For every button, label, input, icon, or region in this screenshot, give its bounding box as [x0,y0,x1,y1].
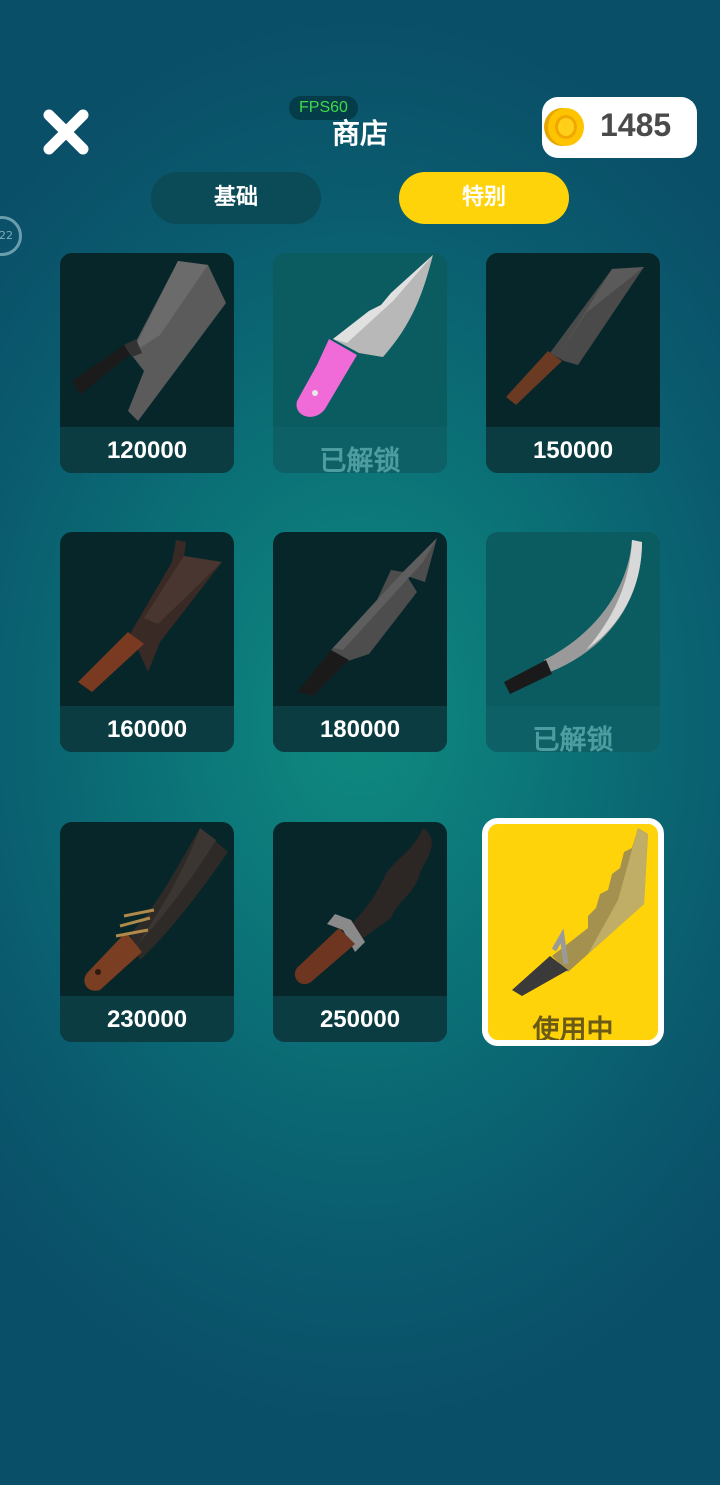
shop-item-card[interactable]: 160000 [60,532,234,752]
item-price: 150000 [532,437,614,464]
coin-balance[interactable]: 1485 [542,97,697,158]
barbed-blade-icon [297,538,437,696]
shop-item-card[interactable]: 150000 [486,253,660,473]
curved-saber-icon [504,540,642,694]
rusty-machete-icon [84,828,228,991]
item-in-use-label: 使用中 [532,1015,614,1045]
shop-item-card[interactable]: 230000 [60,822,234,1042]
tab-basic[interactable]: 基础 [151,172,321,224]
wavy-kris-icon [294,828,432,985]
shop-item-card[interactable]: 250000 [273,822,447,1042]
shop-item-card[interactable]: 已解锁 [486,532,660,752]
shop-item-card[interactable]: 120000 [60,253,234,473]
pink-handle-knife-icon [296,255,433,417]
chef-knife-icon [506,267,644,405]
page-title: 商店 [331,117,388,150]
hooked-cleaver-icon [78,540,222,692]
coin-amount: 1485 [600,107,672,143]
item-unlocked-label: 已解锁 [319,446,401,473]
item-price: 250000 [319,1006,401,1033]
close-icon [43,109,89,155]
shop-item-card[interactable]: 已解锁 [273,253,447,473]
shop-item-card-selected[interactable]: 使用中 [482,818,664,1046]
side-progress-badge[interactable]: 22 [0,216,22,256]
shop-item-card[interactable]: 180000 [273,532,447,752]
item-price: 230000 [106,1006,188,1033]
cleaver-knife-icon [72,261,226,421]
item-price: 180000 [319,716,401,743]
serrated-golden-blade-icon [512,828,648,996]
item-price: 120000 [106,437,188,464]
close-button[interactable] [40,106,92,158]
coin-icon [544,108,584,146]
tab-special[interactable]: 特别 [399,172,569,224]
item-price: 160000 [106,716,188,743]
item-unlocked-label: 已解锁 [532,725,614,752]
